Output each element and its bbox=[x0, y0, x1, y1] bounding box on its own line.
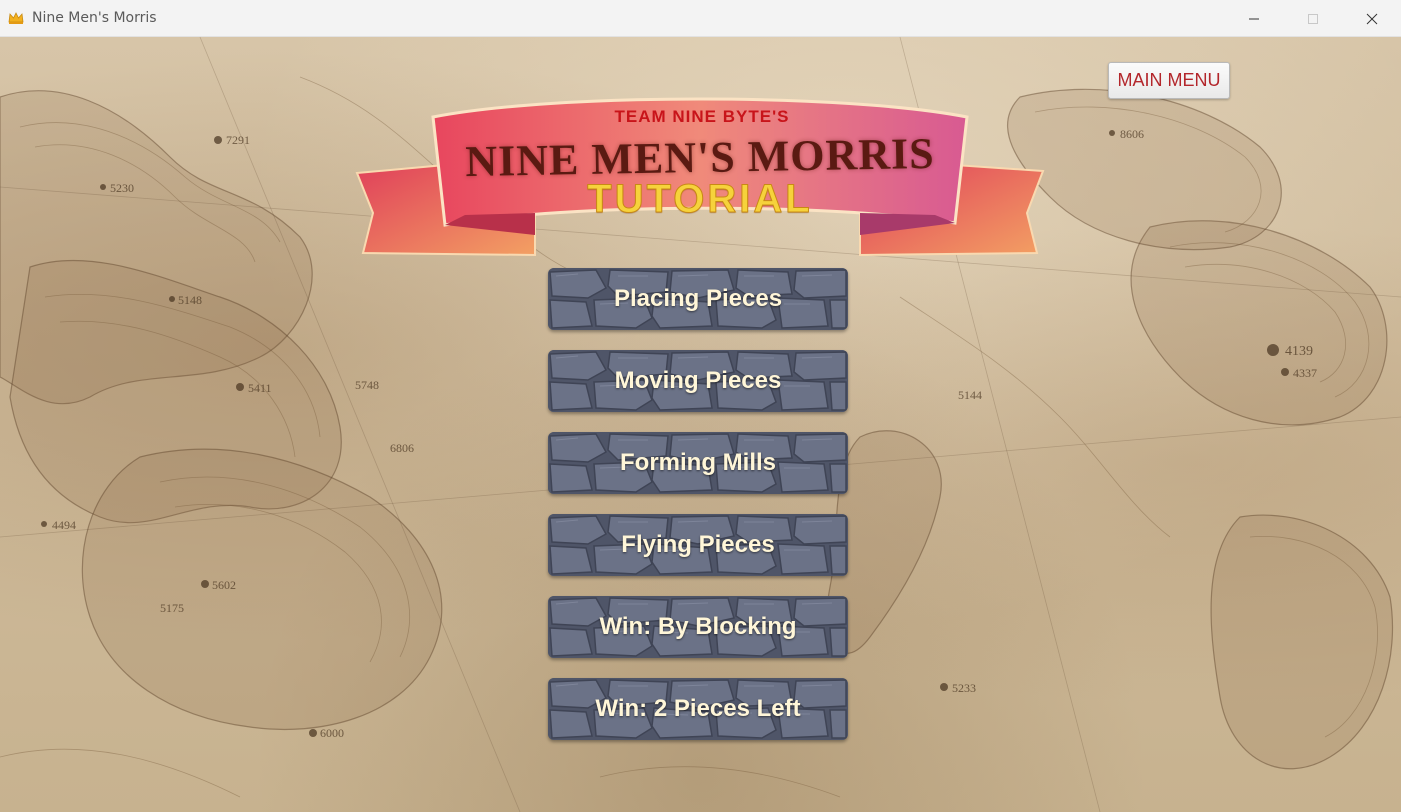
map-label: 5411 bbox=[248, 381, 272, 395]
flying-pieces-button[interactable]: Flying Pieces bbox=[548, 514, 848, 576]
button-label: Moving Pieces bbox=[614, 367, 782, 394]
tutorial-banner: TEAM NINE BYTE'S NINE MEN'S MORRIS TUTOR… bbox=[355, 85, 1045, 260]
map-label: 5602 bbox=[212, 578, 236, 592]
placing-pieces-button[interactable]: Placing Pieces bbox=[548, 268, 848, 330]
banner-kicker: TEAM NINE BYTE'S bbox=[614, 107, 790, 126]
main-menu-button[interactable]: MAIN MENU bbox=[1108, 62, 1230, 99]
button-label: Win: By Blocking bbox=[599, 613, 797, 640]
button-label: Forming Mills bbox=[620, 449, 776, 476]
map-label: 5233 bbox=[952, 681, 976, 695]
close-icon bbox=[1366, 13, 1378, 25]
crown-icon bbox=[8, 10, 24, 26]
map-label: 4337 bbox=[1293, 366, 1317, 380]
map-label: 4494 bbox=[52, 518, 76, 532]
moving-pieces-button[interactable]: Moving Pieces bbox=[548, 350, 848, 412]
map-label: 5748 bbox=[355, 378, 379, 392]
banner-subtitle: TUTORIAL bbox=[587, 177, 813, 222]
win-two-pieces-left-button[interactable]: Win: 2 Pieces Left bbox=[548, 678, 848, 740]
minimize-button[interactable] bbox=[1224, 0, 1283, 37]
forming-mills-button[interactable]: Forming Mills bbox=[548, 432, 848, 494]
close-button[interactable] bbox=[1342, 0, 1401, 37]
button-label: Flying Pieces bbox=[621, 531, 775, 558]
minimize-icon bbox=[1248, 13, 1260, 25]
maximize-button[interactable] bbox=[1283, 0, 1342, 37]
map-label: 4139 bbox=[1285, 344, 1313, 359]
map-label: 5230 bbox=[110, 181, 134, 195]
button-label: Win: 2 Pieces Left bbox=[595, 695, 801, 722]
map-label: 5175 bbox=[160, 601, 184, 615]
map-label: 7291 bbox=[226, 133, 250, 147]
button-label: Placing Pieces bbox=[613, 285, 783, 312]
map-label: 5148 bbox=[178, 293, 202, 307]
map-label: 6000 bbox=[320, 726, 344, 740]
window-title-bar: Nine Men's Morris bbox=[0, 0, 1401, 37]
maximize-icon bbox=[1307, 13, 1319, 25]
map-label: 8606 bbox=[1120, 127, 1144, 141]
win-by-blocking-button[interactable]: Win: By Blocking bbox=[548, 596, 848, 658]
map-label: 5144 bbox=[958, 388, 982, 402]
window-title: Nine Men's Morris bbox=[32, 10, 157, 26]
map-label: 6806 bbox=[390, 441, 414, 455]
map-background: 7291 5230 5148 5411 6806 5748 6000 5602 … bbox=[0, 37, 1401, 812]
